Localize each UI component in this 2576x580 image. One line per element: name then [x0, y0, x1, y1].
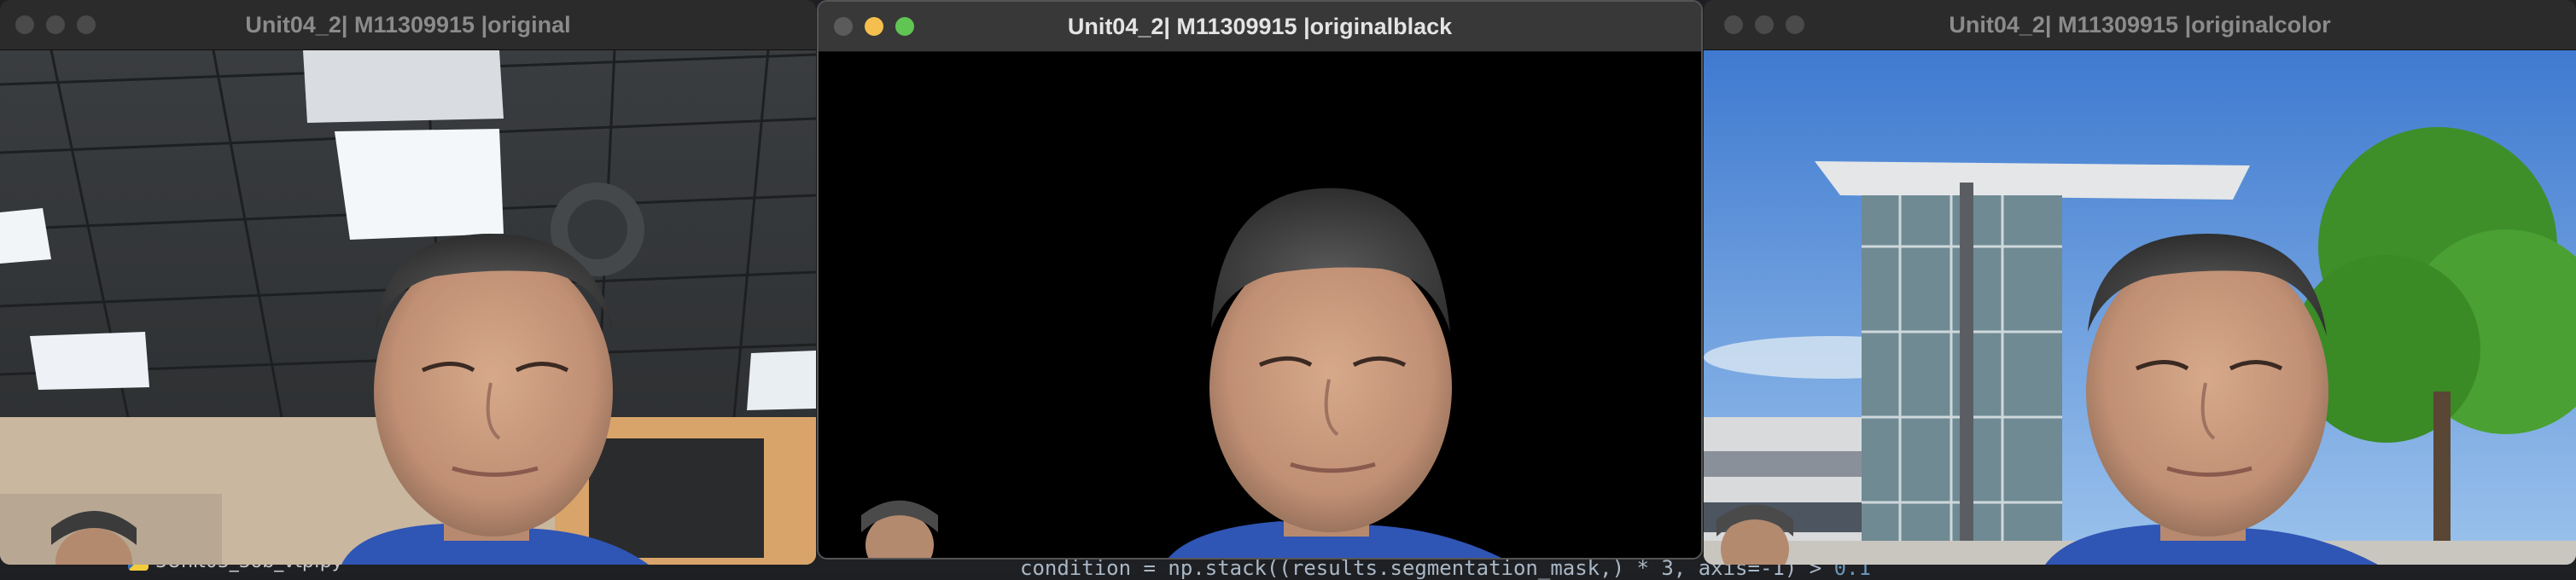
segmented-person-black-image	[819, 52, 1701, 558]
window-originalblack[interactable]: Unit04_2| M11309915 |originalblack	[817, 0, 1703, 560]
window-titlebar[interactable]: Unit04_2| M11309915 |originalblack	[819, 2, 1701, 52]
segmented-person-building-image	[1704, 50, 2576, 565]
window-titlebar[interactable]: Unit04_2| M11309915 |original	[0, 0, 816, 50]
camera-frame-original	[0, 50, 816, 565]
window-title: Unit04_2| M11309915 |originalcolor	[1949, 12, 2331, 38]
window-original[interactable]: Unit04_2| M11309915 |original	[0, 0, 816, 565]
code-prefix: condition =	[1020, 556, 1169, 580]
window-title: Unit04_2| M11309915 |originalblack	[1067, 14, 1453, 39]
camera-frame-black-background	[819, 52, 1701, 558]
window-title: Unit04_2| M11309915 |original	[245, 12, 571, 38]
office-scene-image	[0, 50, 816, 565]
window-originalcolor[interactable]: Unit04_2| M11309915 |originalcolor	[1704, 0, 2576, 565]
window-titlebar[interactable]: Unit04_2| M11309915 |originalcolor	[1704, 0, 2576, 50]
camera-frame-color-background	[1704, 50, 2576, 565]
